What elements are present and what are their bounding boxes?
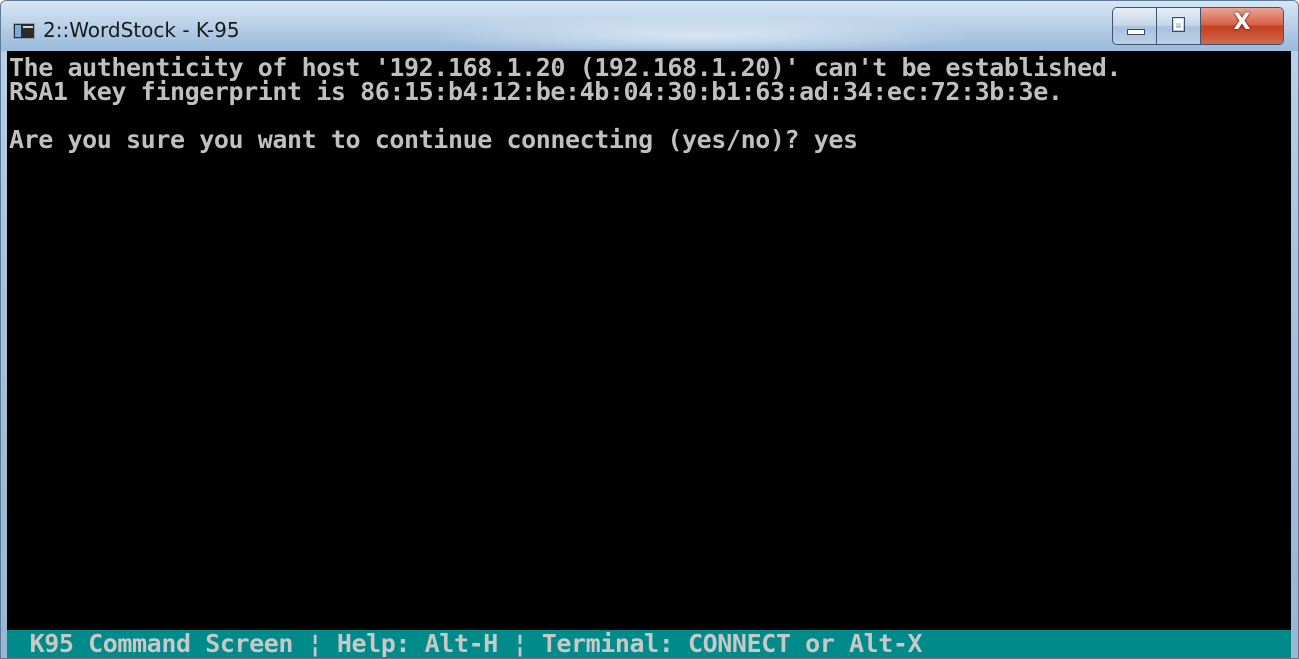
restore-icon — [1172, 17, 1185, 32]
minimize-button[interactable] — [1113, 8, 1157, 44]
close-button[interactable]: X — [1201, 8, 1283, 44]
terminal-line-prompt: Are you sure you want to continue connec… — [9, 125, 858, 154]
k95-window: 2::WordStock - K-95 X The authenticity o… — [0, 0, 1299, 659]
minimize-icon — [1127, 29, 1145, 35]
restore-button[interactable] — [1157, 8, 1201, 44]
status-bar: K95 Command Screen ¦ Help: Alt-H ¦ Termi… — [7, 630, 1291, 658]
close-icon: X — [1233, 10, 1251, 35]
terminal-app-icon[interactable] — [13, 23, 35, 39]
title-bar[interactable]: 2::WordStock - K-95 X — [1, 1, 1298, 51]
terminal-line-fingerprint: RSA1 key fingerprint is 86:15:b4:12:be:4… — [9, 77, 1063, 106]
window-title: 2::WordStock - K-95 — [43, 18, 240, 42]
caption-buttons: X — [1112, 7, 1284, 45]
status-bar-text: K95 Command Screen ¦ Help: Alt-H ¦ Termi… — [15, 630, 923, 658]
terminal-screen[interactable]: The authenticity of host '192.168.1.20 (… — [7, 51, 1291, 630]
